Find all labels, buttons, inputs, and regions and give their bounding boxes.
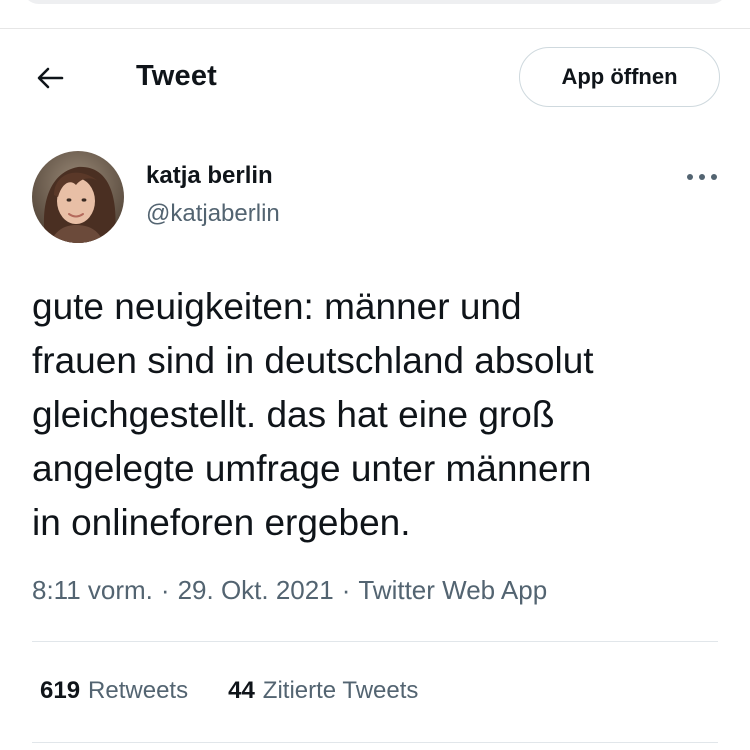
tweet-time[interactable]: 8:11 vorm. [32,575,153,605]
tweet-stats: 619 Retweets 44 Zitierte Tweets [40,677,458,705]
tweet-meta: 8:11 vorm. · 29. Okt. 2021 · Twitter Web App [32,575,547,606]
tweet-text: gute neuigkeiten: männer und frauen sind… [32,286,594,543]
quote-tweets-stat[interactable]: 44 Zitierte Tweets [228,677,418,705]
arrow-left-icon [37,67,64,89]
top-divider [0,28,750,29]
avatar[interactable] [32,151,124,243]
more-horizontal-icon [687,174,717,180]
profile-photo [32,151,124,243]
browser-address-bar[interactable] [22,0,728,4]
tweet-source[interactable]: Twitter Web App [358,575,547,605]
quote-tweets-count: 44 [228,677,255,704]
back-button[interactable] [30,58,70,98]
meta-separator: · [160,575,170,605]
retweets-label: Retweets [88,677,189,704]
tweet-page: Tweet App öffnen katja berlin @katjaberl… [0,0,750,750]
page-title: Tweet [136,60,218,92]
meta-separator: · [341,575,351,605]
open-app-button[interactable]: App öffnen [519,47,720,107]
quote-tweets-label: Zitierte Tweets [262,677,419,704]
tweet-date[interactable]: 29. Okt. 2021 [178,575,334,605]
author-handle[interactable]: @katjaberlin [146,200,280,228]
retweets-stat[interactable]: 619 Retweets [40,677,188,705]
retweets-count: 619 [40,677,81,704]
divider [32,641,718,642]
author-display-name[interactable]: katja berlin [146,162,273,190]
header: Tweet App öffnen [0,40,750,116]
divider [32,742,718,743]
more-options-button[interactable] [682,166,722,188]
